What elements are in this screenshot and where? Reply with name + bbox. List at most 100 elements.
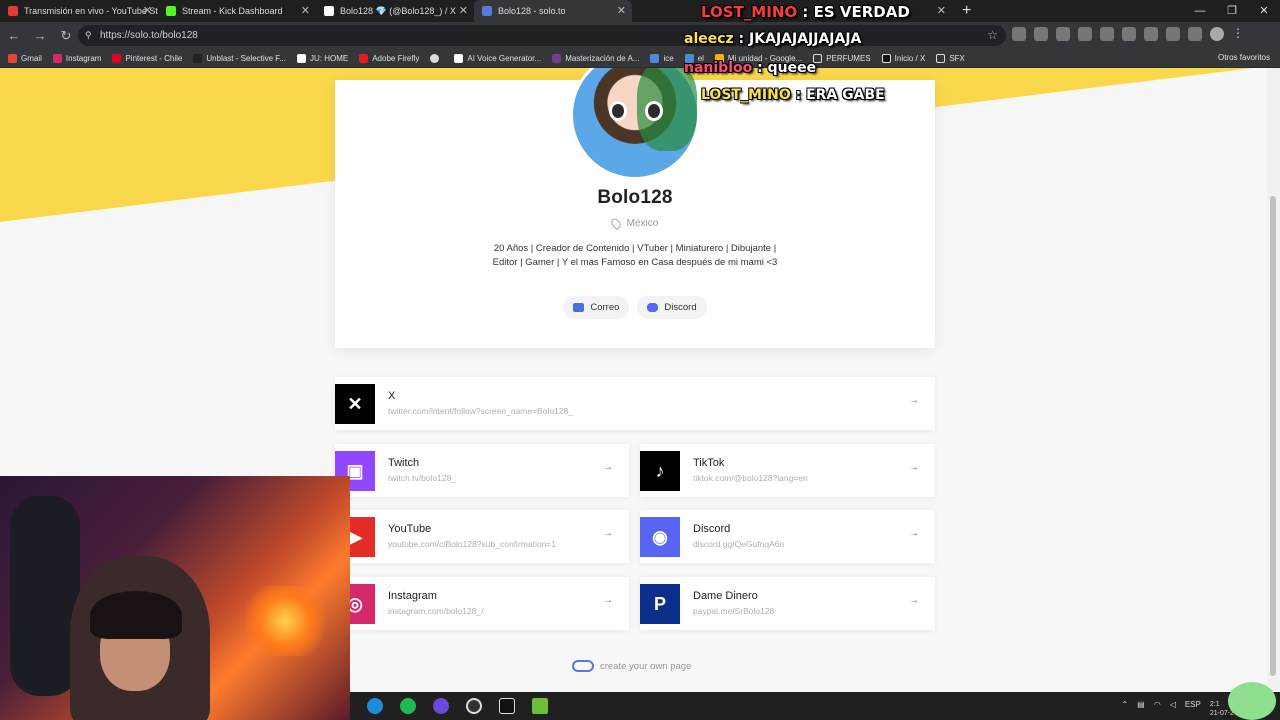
bookmark-label: Unblast - Selective F... <box>206 53 286 63</box>
bookmark-instagram[interactable]: Instagram <box>52 53 101 63</box>
volume-icon[interactable]: ◁ <box>1170 700 1176 718</box>
close-icon[interactable]: ✕ <box>301 4 310 17</box>
chat-message: aleecz : JKAJAJAJJAJAJA <box>684 31 862 47</box>
language-indicator[interactable]: ESP <box>1185 700 1201 718</box>
minecraft-icon[interactable] <box>532 698 548 714</box>
chat-message: LOST_MINO : ERA GABE <box>701 87 885 103</box>
forward-button[interactable]: → <box>28 28 52 43</box>
kick-favicon-icon <box>166 6 176 16</box>
link-url: twitch.tv/bolo128_ <box>388 473 457 483</box>
maximize-button[interactable]: ❐ <box>1216 0 1248 22</box>
minimize-button[interactable]: — <box>1184 0 1216 22</box>
wifi-icon[interactable]: ◠ <box>1154 700 1161 718</box>
edge-icon[interactable] <box>367 698 383 714</box>
folder-icon <box>936 53 946 63</box>
chevron-up-icon[interactable]: ⌃ <box>1121 700 1128 718</box>
bookmark-label: SFX <box>949 53 965 63</box>
footer-text: create your own page <box>600 660 692 672</box>
reload-button[interactable]: ↻ <box>54 28 78 44</box>
tab-solo-to[interactable]: Bolo128 - solo.to ✕ <box>474 0 632 22</box>
site-info-icon[interactable]: ⚲ <box>85 25 92 46</box>
gmail-icon <box>8 53 17 63</box>
close-icon[interactable]: ✕ <box>937 4 946 17</box>
bookmark-ju-home[interactable]: JU: HOME <box>296 53 348 63</box>
close-icon[interactable]: ✕ <box>617 4 626 17</box>
ice-icon <box>650 53 660 63</box>
bookmark-unblast[interactable]: Unblast - Selective F... <box>193 53 286 63</box>
bookmark-label: AI Voice Generator... <box>467 53 542 63</box>
link-youtube[interactable]: ▶ YouTube youtube.com/c/Bolo128?sub_conf… <box>335 510 629 563</box>
bookmark-sfx[interactable]: SFX <box>936 53 965 63</box>
extension-icon[interactable] <box>1122 27 1136 41</box>
pinterest-icon <box>112 53 122 63</box>
other-bookmarks-folder[interactable]: Otros favoritos <box>1218 53 1270 62</box>
create-page-link[interactable]: create your own page <box>572 660 691 672</box>
email-button[interactable]: Correo <box>563 296 630 319</box>
bookmark-ai-voice[interactable]: AI Voice Generator... <box>454 53 542 63</box>
link-title: YouTube <box>388 523 432 535</box>
extension-icon[interactable] <box>1188 27 1202 41</box>
menu-dots-icon[interactable]: ⋮ <box>1232 27 1246 41</box>
bookmark-label: Adobe Firefly <box>372 53 420 63</box>
extension-icon[interactable] <box>1056 27 1070 41</box>
tab-strip: Transmisión en vivo - YouTube St ✕ Stream… <box>0 0 1280 22</box>
discord-button[interactable]: Discord <box>637 296 707 319</box>
extension-icon[interactable] <box>1100 27 1114 41</box>
capcut-icon[interactable] <box>499 698 515 714</box>
chat-username: nanibloo <box>684 60 753 76</box>
extension-icon[interactable] <box>1078 27 1092 41</box>
profile-location: México <box>335 216 935 231</box>
close-icon[interactable]: ✕ <box>459 4 468 17</box>
bookmark-ice[interactable]: ice <box>650 53 674 63</box>
new-tab-button[interactable]: + <box>962 2 971 20</box>
link-url: youtube.com/c/Bolo128?sub_confirmation=1 <box>388 539 556 549</box>
profile-card: Bolo128 México 20 Años | Creador de Cont… <box>335 68 935 348</box>
bookmark-gmail[interactable]: Gmail <box>8 53 42 63</box>
close-window-button[interactable]: ✕ <box>1248 0 1280 22</box>
bookmarks-bar: Gmail Instagram Pinterest - Chile Unblas… <box>0 49 1280 68</box>
tab-title: Bolo128 💎 (@Bolo128_) / X <box>340 5 456 16</box>
obs-icon[interactable] <box>466 698 482 714</box>
link-x[interactable]: ✕ X twitter.com/intent/follow?screen_nam… <box>335 377 935 430</box>
fireplace-glow <box>240 586 330 656</box>
avatar-eye <box>609 101 627 121</box>
bookmark-masterizacion[interactable]: Masterización de A... <box>552 53 639 63</box>
spotify-icon[interactable] <box>400 698 416 714</box>
bookmark-inicio-x[interactable]: Inicio / X <box>881 53 925 63</box>
link-paypal[interactable]: P Dame Dinero paypal.me/SrBolo128 → <box>640 577 935 630</box>
tab-kick[interactable]: Stream - Kick Dashboard ✕ <box>158 0 316 22</box>
extension-icon[interactable] <box>1144 27 1158 41</box>
link-instagram[interactable]: ◎ Instagram instagram.com/bolo128_/ → <box>335 577 629 630</box>
ai-voice-icon <box>454 53 464 63</box>
link-title: X <box>388 390 396 402</box>
avatar[interactable] <box>570 68 700 180</box>
tab-youtube-live[interactable]: Transmisión en vivo - YouTube St ✕ <box>0 0 158 22</box>
tab-x[interactable]: Bolo128 💎 (@Bolo128_) / X ✕ <box>316 0 474 22</box>
extension-icon[interactable] <box>1166 27 1180 41</box>
taskbar: ⌃ ▤ ◠ ◁ ESP 2:1 21-07-2 <box>350 692 1280 720</box>
location-text: México <box>626 218 659 230</box>
chat-username: LOST_MINO <box>701 87 791 103</box>
youtube-favicon-icon <box>8 6 18 16</box>
link-discord[interactable]: ◉ Discord discord.gg/QeGufnqA6n → <box>640 510 935 563</box>
button-label: Discord <box>664 302 697 313</box>
extension-icon[interactable] <box>1012 27 1026 41</box>
bookmark-label: Gmail <box>21 53 42 63</box>
extension-icon[interactable] <box>1034 27 1048 41</box>
scrollbar-thumb[interactable] <box>1270 196 1276 676</box>
bookmark-adobe-firefly[interactable]: Adobe Firefly <box>359 53 420 63</box>
bookmark-star-icon[interactable]: ☆ <box>987 25 998 46</box>
bookmark-perfumes[interactable]: PERFUMES <box>813 53 871 63</box>
address-bar[interactable]: ⚲ https://solo.to/bolo128 ☆ <box>78 25 1006 46</box>
link-tiktok[interactable]: ♪ TikTok tiktok.com/@bolo128?lang=en → <box>640 444 935 497</box>
app-tray-icon[interactable]: ▤ <box>1137 700 1145 718</box>
arrow-right-icon: → <box>909 462 919 473</box>
scrollbar[interactable] <box>1267 68 1280 688</box>
link-twitch[interactable]: ▣ Twitch twitch.tv/bolo128_ → <box>335 444 629 497</box>
bookmark-pinterest[interactable]: Pinterest - Chile <box>112 53 182 63</box>
bookmark-google[interactable] <box>430 53 443 63</box>
profile-avatar-icon[interactable] <box>1210 27 1224 41</box>
back-button[interactable]: ← <box>2 28 26 43</box>
app-icon[interactable] <box>433 698 449 714</box>
close-icon[interactable]: ✕ <box>143 4 152 17</box>
